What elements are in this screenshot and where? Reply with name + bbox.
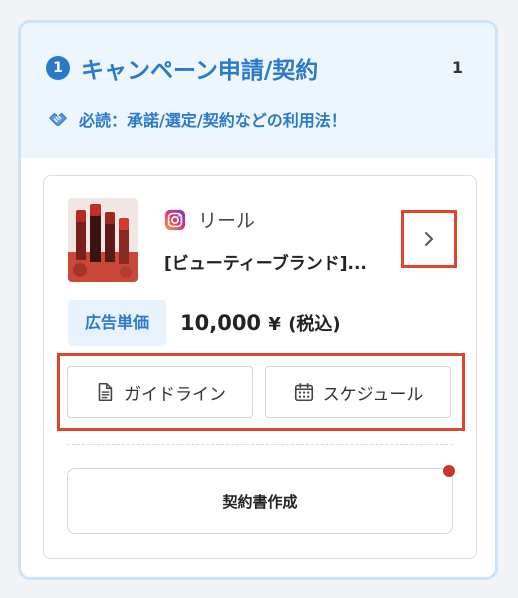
price-amount: 10,000 ¥ (税込): [180, 310, 341, 336]
campaign-item: リール [ビューティーブランド]... 広告単価 10,000 ¥ (税込) ガ…: [43, 175, 477, 559]
card-header: 1 キャンペーン申請/契約 1 必読：承諾/選定/契約などの利用法！: [21, 23, 495, 158]
campaign-detail-button[interactable]: [401, 210, 457, 268]
guide-text: 必読：承諾/選定/契約などの利用法！: [79, 111, 347, 130]
header-title: キャンペーン申請/契約: [81, 58, 319, 84]
create-contract-button[interactable]: 契約書作成: [67, 468, 453, 534]
schedule-button[interactable]: スケジュール: [265, 366, 451, 418]
notification-dot: [443, 465, 455, 477]
document-icon: [98, 382, 113, 402]
calendar-icon: [294, 382, 313, 402]
chevron-right-icon: [425, 232, 433, 246]
campaign-card: 1 キャンペーン申請/契約 1 必読：承諾/選定/契約などの利用法！ リール […: [18, 20, 498, 580]
contract-label: 契約書作成: [222, 492, 298, 511]
schedule-label: スケジュール: [322, 384, 424, 405]
instagram-icon: [164, 209, 186, 230]
platform-row: リール: [164, 206, 255, 233]
price-label: 広告単価: [68, 300, 166, 346]
campaign-title[interactable]: [ビューティーブランド]...: [164, 249, 399, 274]
campaign-thumbnail[interactable]: [68, 198, 138, 282]
guide-link[interactable]: 必読：承諾/選定/契約などの利用法！: [47, 107, 347, 131]
guideline-label: ガイドライン: [124, 384, 226, 405]
price-currency: ¥: [268, 314, 281, 335]
price-tax: (税込): [288, 314, 341, 335]
price-value: 10,000: [180, 311, 262, 335]
handshake-icon: [48, 112, 68, 126]
step-badge: 1: [46, 56, 70, 80]
guideline-button[interactable]: ガイドライン: [67, 366, 253, 418]
lipstick-image: [68, 198, 138, 282]
divider: [67, 444, 453, 445]
platform-label: リール: [198, 210, 256, 232]
header-count: 1: [451, 58, 463, 77]
